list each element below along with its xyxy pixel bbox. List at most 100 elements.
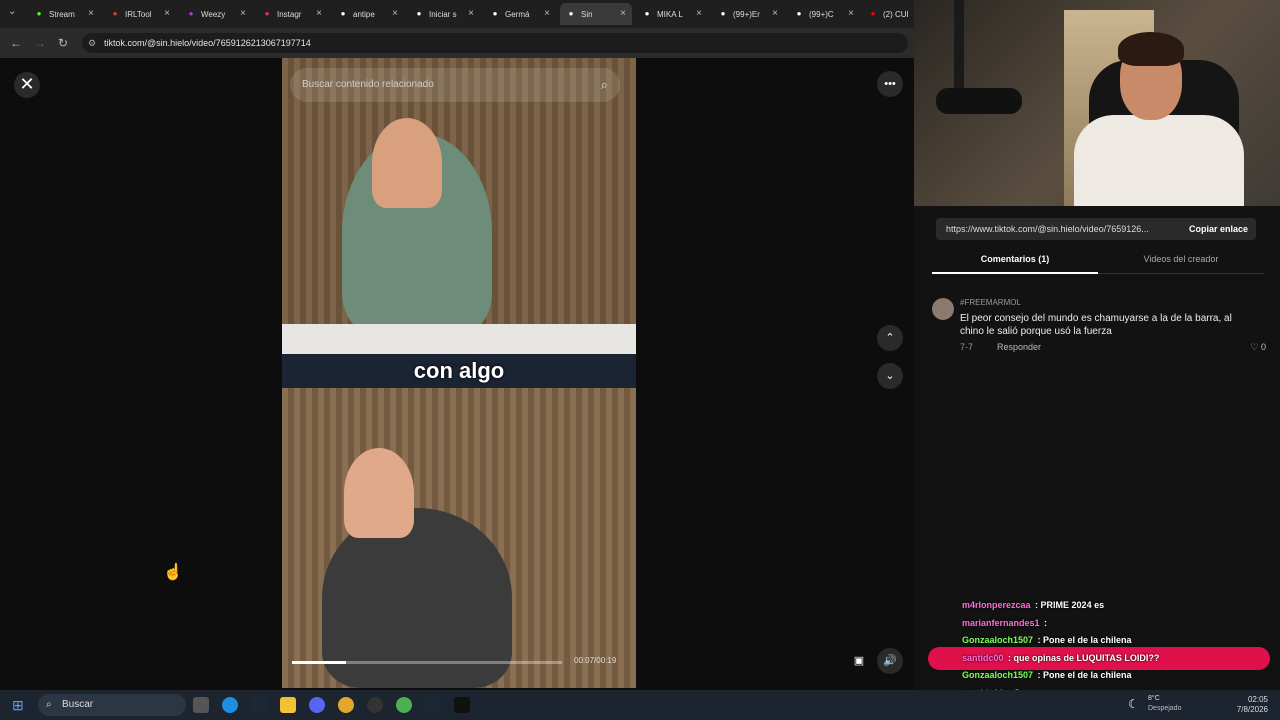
url-input[interactable]: ⚙ tiktok.com/@sin.hielo/video/7659126213… bbox=[82, 33, 908, 53]
weezy-icon: ● bbox=[188, 9, 194, 18]
url-text: tiktok.com/@sin.hielo/video/765912621306… bbox=[104, 38, 311, 48]
chevron-up-icon[interactable]: ⌃ bbox=[877, 325, 903, 351]
like-count: 0 bbox=[1260, 342, 1266, 352]
close-tab-icon[interactable]: × bbox=[88, 8, 94, 19]
more-options-icon[interactable]: ••• bbox=[877, 71, 903, 97]
kick-icon: ● bbox=[36, 9, 42, 18]
video-player[interactable]: con algo Buscar contenido relacionado ⌕ … bbox=[282, 58, 636, 688]
edge-icon[interactable] bbox=[222, 697, 238, 713]
face-bottom bbox=[344, 448, 414, 538]
chat-separator: : bbox=[1041, 617, 1048, 628]
chat-username: Gonzaaloch1507 bbox=[962, 670, 1034, 680]
close-tab-icon[interactable]: × bbox=[164, 8, 170, 19]
chat-username: marianfernandes1 bbox=[962, 617, 1040, 628]
volume-icon[interactable]: 🔊 bbox=[877, 648, 903, 674]
browser-tab[interactable]: ● IRLTool × bbox=[104, 3, 176, 25]
clock-date[interactable]: 7/8/2026 bbox=[1222, 705, 1268, 714]
youtube-icon: ● bbox=[870, 9, 876, 18]
search-icon[interactable]: ⌕ bbox=[601, 68, 608, 102]
close-tab-icon[interactable]: × bbox=[392, 8, 398, 19]
close-tab-icon[interactable]: × bbox=[240, 8, 246, 19]
close-tab-icon[interactable]: × bbox=[620, 8, 626, 19]
floating-player-icon[interactable]: ▣ bbox=[846, 648, 872, 674]
related-search-input[interactable]: Buscar contenido relacionado ⌕ bbox=[290, 68, 620, 102]
obs-icon[interactable] bbox=[367, 697, 383, 713]
tab-creator-videos[interactable]: Videos del creador bbox=[1098, 254, 1264, 264]
browser-tab[interactable]: ● MIKA L × bbox=[636, 3, 708, 25]
chat-message: m4rlonperezcaa : PRIME 2024 es bbox=[962, 600, 1104, 610]
steam-alt-icon[interactable] bbox=[425, 697, 441, 713]
weather-temp: 8°C bbox=[1148, 695, 1160, 702]
browser-tab[interactable]: ● Iniciar s × bbox=[408, 3, 480, 25]
comment-date: 7-7 bbox=[960, 342, 974, 352]
browser-tab[interactable]: ● Stream × bbox=[28, 3, 100, 25]
reply-button[interactable]: Responder bbox=[997, 342, 1041, 352]
browser-tab[interactable]: ● Weezy × bbox=[180, 3, 252, 25]
tab-label: Sin bbox=[581, 9, 593, 19]
tab-comments[interactable]: Comentarios (1) bbox=[932, 254, 1098, 274]
chat-text: Pone el de la chilena bbox=[1043, 670, 1132, 680]
tiktok-icon: ● bbox=[720, 9, 726, 18]
forward-arrow-icon[interactable]: → bbox=[34, 36, 46, 50]
mic-arm bbox=[954, 0, 964, 90]
windows-start-icon[interactable]: ⊞ bbox=[12, 697, 28, 713]
discord-icon[interactable] bbox=[309, 697, 325, 713]
close-tab-icon[interactable]: × bbox=[772, 8, 778, 19]
chat-username: santidc00 bbox=[962, 652, 1004, 663]
streamer-shirt bbox=[1074, 115, 1244, 206]
browser-tab[interactable]: ● Germá × bbox=[484, 3, 556, 25]
tiktok-video-viewer: ✕ con algo Buscar contenido relacionado … bbox=[0, 58, 914, 690]
reload-icon[interactable]: ↻ bbox=[58, 36, 68, 50]
chevron-down-icon[interactable]: ⌄ bbox=[877, 363, 903, 389]
taskbar-search[interactable]: ⌕ Buscar bbox=[38, 694, 186, 716]
video-progress-fill bbox=[292, 661, 346, 664]
comment-username[interactable]: #FREEMARMOL bbox=[960, 298, 1021, 307]
share-link-field[interactable]: https://www.tiktok.com/@sin.hielo/video/… bbox=[936, 218, 1256, 240]
tab-label: Iniciar s bbox=[429, 9, 457, 19]
close-tab-icon[interactable]: × bbox=[696, 8, 702, 19]
tiktok-icon: ● bbox=[416, 9, 422, 18]
task-view-icon[interactable] bbox=[193, 697, 209, 713]
copy-link-button[interactable]: Copiar enlace bbox=[1189, 218, 1248, 240]
chat-message: Gonzaaloch1507 : Pone el de la chilena bbox=[962, 635, 1132, 645]
browser-tab[interactable]: ● (99+)C × bbox=[788, 3, 860, 25]
video-progress-bar[interactable] bbox=[292, 661, 562, 664]
avatar[interactable] bbox=[932, 298, 954, 320]
back-arrow-icon[interactable]: ← bbox=[10, 36, 22, 50]
folder-icon[interactable] bbox=[280, 697, 296, 713]
browser-tab[interactable]: ● (99+)Er × bbox=[712, 3, 784, 25]
close-icon[interactable]: ✕ bbox=[14, 72, 40, 98]
video-timecode: 00:07/00:19 bbox=[574, 656, 617, 665]
close-tab-icon[interactable]: × bbox=[316, 8, 322, 19]
chat-message: marianfernandes1 : bbox=[962, 618, 1047, 628]
browser-tab[interactable]: ● Sin × bbox=[560, 3, 632, 25]
moon-weather-icon: ☾ bbox=[1128, 697, 1139, 711]
streamer-hair bbox=[1118, 32, 1184, 66]
instagram-icon: ● bbox=[264, 9, 270, 18]
chrome-icon[interactable] bbox=[338, 697, 354, 713]
tab-list-chevron-icon[interactable]: ⌄ bbox=[8, 6, 16, 17]
chat-separator: : bbox=[1035, 635, 1044, 645]
browser-tab[interactable]: ● (2) CUI bbox=[862, 3, 914, 25]
weather-desc: Despejado bbox=[1148, 705, 1182, 712]
address-bar-row: ← → ↻ ⚙ tiktok.com/@sin.hielo/video/7659… bbox=[0, 28, 914, 58]
clock-time[interactable]: 02:05 bbox=[1222, 695, 1268, 704]
microphone bbox=[936, 88, 1022, 114]
chrome-profile-icon[interactable] bbox=[396, 697, 412, 713]
app-icon[interactable] bbox=[454, 697, 470, 713]
close-tab-icon[interactable]: × bbox=[848, 8, 854, 19]
tab-label: IRLTool bbox=[125, 9, 152, 19]
tab-label: (2) CUI bbox=[883, 9, 909, 19]
steam-icon[interactable] bbox=[251, 697, 267, 713]
close-tab-icon[interactable]: × bbox=[468, 8, 474, 19]
browser-tab[interactable]: ● antipe × bbox=[332, 3, 404, 25]
webcam-feed bbox=[914, 0, 1280, 206]
like-button[interactable]: ♡ 0 bbox=[1250, 342, 1266, 353]
site-info-icon[interactable]: ⚙ bbox=[88, 33, 96, 53]
close-tab-icon[interactable]: × bbox=[544, 8, 550, 19]
tab-label: antipe bbox=[353, 9, 375, 19]
desk bbox=[282, 324, 636, 354]
tab-label: Stream bbox=[49, 9, 75, 19]
tiktok-icon: ● bbox=[568, 9, 574, 18]
browser-tab[interactable]: ● Instagr × bbox=[256, 3, 328, 25]
